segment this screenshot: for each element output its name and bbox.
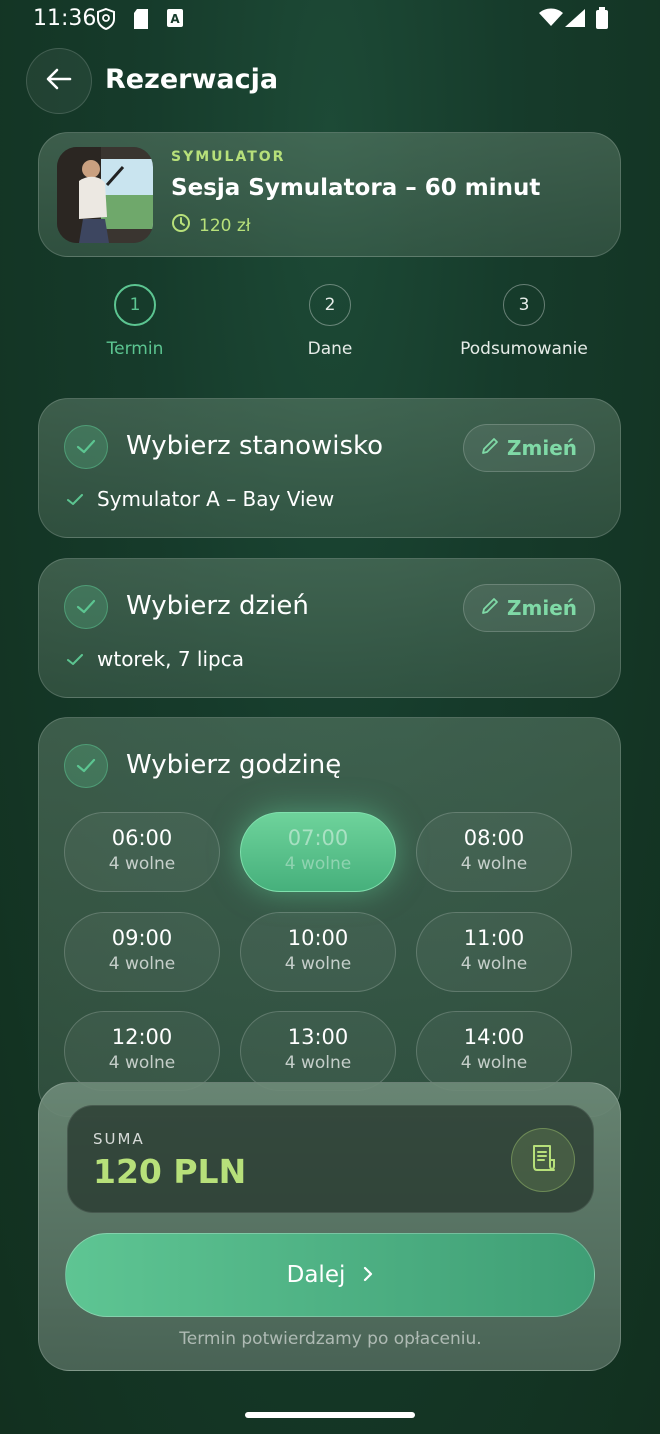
slot-availability: 4 wolne (284, 854, 352, 874)
header: Rezerwacja (26, 48, 626, 114)
pencil-icon (481, 596, 499, 620)
hour-section: Wybierz godzinę 06:00 4 wolne 07:00 4 wo… (38, 717, 621, 1117)
next-label: Dalej (286, 1262, 346, 1288)
time-slot[interactable]: 09:00 4 wolne (64, 912, 220, 992)
back-button[interactable] (26, 48, 92, 114)
slot-time: 07:00 (287, 826, 349, 850)
section-title: Wybierz dzień (126, 591, 309, 621)
time-slot[interactable]: 14:00 4 wolne (416, 1011, 572, 1091)
receipt-button[interactable] (511, 1128, 575, 1192)
change-day-button[interactable]: Zmień (463, 584, 595, 632)
slot-time: 08:00 (463, 826, 525, 850)
slot-availability: 4 wolne (108, 854, 176, 874)
slot-availability: 4 wolne (284, 1053, 352, 1073)
product-price: 120 zł (199, 215, 251, 236)
check-icon (64, 425, 108, 469)
payment-note: Termin potwierdzamy po opłaceniu. (179, 1329, 482, 1349)
next-button[interactable]: Dalej (65, 1233, 595, 1317)
step-dane[interactable]: 2 Dane (235, 284, 425, 359)
signal-icon (564, 8, 586, 32)
slot-time: 13:00 (287, 1025, 349, 1049)
status-time: 11:36 (33, 6, 97, 31)
day-section: Wybierz dzień Zmień wtorek, 7 lipca (38, 558, 621, 698)
section-title: Wybierz stanowisko (126, 431, 384, 461)
font-icon: A (166, 8, 184, 32)
time-slot[interactable]: 06:00 4 wolne (64, 812, 220, 892)
summary-panel: SUMA 120 PLN Dalej Termin potwierdzamy p… (38, 1082, 621, 1371)
small-check-icon (67, 647, 83, 671)
step-podsumowanie[interactable]: 3 Podsumowanie (429, 284, 619, 359)
station-section: Wybierz stanowisko Zmień Symulator A – B… (38, 398, 621, 538)
slot-availability: 4 wolne (108, 954, 176, 974)
slot-availability: 4 wolne (460, 954, 528, 974)
time-slot[interactable]: 11:00 4 wolne (416, 912, 572, 992)
step-label: Dane (307, 339, 353, 359)
status-bar: 11:36 A (0, 0, 660, 40)
step-number: 3 (503, 284, 545, 326)
step-label: Podsumowanie (460, 339, 588, 359)
sum-box: SUMA 120 PLN (67, 1105, 594, 1213)
change-label: Zmień (507, 436, 577, 460)
chevron-right-icon (363, 1262, 373, 1288)
time-slot-selected[interactable]: 07:00 4 wolne (240, 812, 396, 892)
product-category: SYMULATOR (171, 149, 286, 165)
svg-text:A: A (170, 12, 180, 26)
slot-time: 06:00 (111, 826, 173, 850)
arrow-left-icon (46, 68, 72, 94)
check-icon (64, 744, 108, 788)
time-slot[interactable]: 13:00 4 wolne (240, 1011, 396, 1091)
time-slot[interactable]: 08:00 4 wolne (416, 812, 572, 892)
clock-icon (171, 213, 191, 238)
step-label: Termin (106, 339, 164, 359)
section-title: Wybierz godzinę (126, 750, 342, 780)
selected-station: Symulator A – Bay View (67, 487, 334, 511)
slot-time: 10:00 (287, 926, 349, 950)
step-number: 2 (309, 284, 351, 326)
product-card: SYMULATOR Sesja Symulatora – 60 minut 12… (38, 132, 621, 257)
slot-availability: 4 wolne (460, 854, 528, 874)
change-station-button[interactable]: Zmień (463, 424, 595, 472)
small-check-icon (67, 487, 83, 511)
step-number: 1 (114, 284, 156, 326)
slot-time: 14:00 (463, 1025, 525, 1049)
time-slot[interactable]: 10:00 4 wolne (240, 912, 396, 992)
pencil-icon (481, 436, 499, 460)
slot-availability: 4 wolne (460, 1053, 528, 1073)
selected-day-value: wtorek, 7 lipca (97, 647, 244, 671)
product-image (57, 147, 153, 243)
time-slot[interactable]: 12:00 4 wolne (64, 1011, 220, 1091)
sum-value: 120 PLN (93, 1152, 247, 1191)
check-icon (64, 585, 108, 629)
sum-label: SUMA (93, 1130, 145, 1148)
receipt-icon (530, 1144, 556, 1176)
slot-time: 12:00 (111, 1025, 173, 1049)
shield-icon (96, 7, 116, 34)
page-title: Rezerwacja (105, 64, 279, 95)
wifi-icon (538, 7, 564, 31)
product-name: Sesja Symulatora – 60 minut (171, 175, 541, 201)
slot-time: 09:00 (111, 926, 173, 950)
selected-day: wtorek, 7 lipca (67, 647, 244, 671)
change-label: Zmień (507, 596, 577, 620)
home-indicator[interactable] (245, 1412, 415, 1418)
sd-card-icon (132, 8, 150, 34)
step-termin[interactable]: 1 Termin (40, 284, 230, 359)
slot-time: 11:00 (463, 926, 525, 950)
slot-availability: 4 wolne (284, 954, 352, 974)
product-price-row: 120 zł (171, 213, 251, 238)
selected-station-value: Symulator A – Bay View (97, 487, 335, 511)
battery-icon (595, 7, 609, 33)
slot-availability: 4 wolne (108, 1053, 176, 1073)
